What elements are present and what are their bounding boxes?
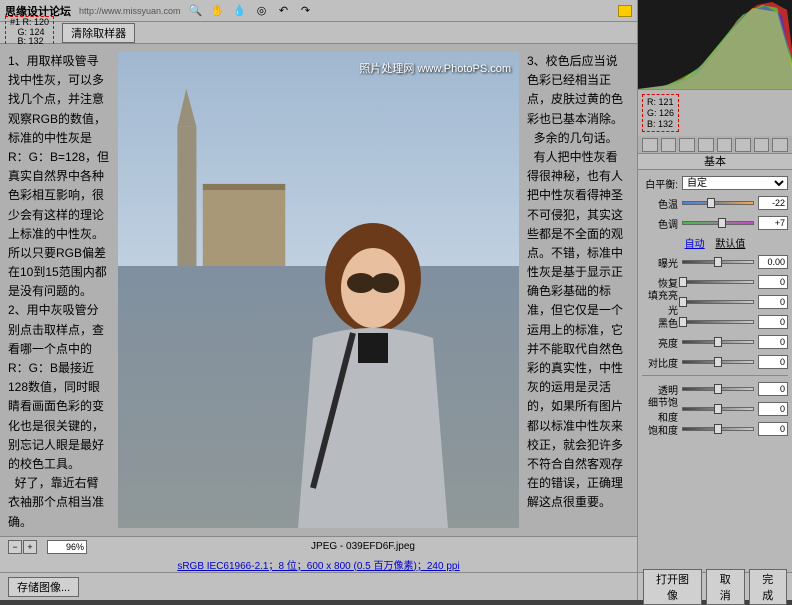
- sampler-bar: #1 R: 120 G: 124 B: 132 清除取样器: [0, 22, 637, 44]
- slider[interactable]: [682, 407, 754, 411]
- setting-input[interactable]: [758, 422, 788, 436]
- hand-tool-icon[interactable]: ✋: [211, 4, 225, 18]
- tab-detail-icon[interactable]: [679, 138, 695, 152]
- setting-label: 填充亮光: [642, 287, 678, 317]
- zoom-in-button[interactable]: +: [23, 540, 37, 554]
- top-toolbar: 思缘设计论坛 http://www.missyuan.com 🔍 ✋ 💧 ◎ ↶…: [0, 0, 637, 22]
- setting-input[interactable]: [758, 402, 788, 416]
- slider[interactable]: [682, 340, 754, 344]
- setting-label: 饱和度: [642, 422, 678, 437]
- tab-lens-icon[interactable]: [735, 138, 751, 152]
- watermark-text: 照片处理网 www.PhotoPS.com: [359, 60, 511, 76]
- setting-input[interactable]: [758, 355, 788, 369]
- status-bar: sRGB IEC61966-2.1；8 位；600 x 800 (0.5 百万像…: [0, 556, 637, 572]
- tab-camera-icon[interactable]: [754, 138, 770, 152]
- setting-label: 黑色: [642, 315, 678, 330]
- bottom-bar: − + JPEG - 039EFD6F.jpeg: [0, 536, 637, 556]
- setting-input[interactable]: [758, 255, 788, 269]
- setting-input[interactable]: [758, 196, 788, 210]
- person-illustration: [283, 208, 463, 528]
- setting-input[interactable]: [758, 315, 788, 329]
- right-text-column: 3、校色后应当说色彩已经相当正点，皮肤过黄的色彩也已基本消除。 多余的几句话。 …: [527, 52, 629, 528]
- wb-label: 白平衡:: [642, 176, 678, 191]
- slider[interactable]: [682, 427, 754, 431]
- file-info: JPEG - 039EFD6F.jpeg: [97, 541, 629, 552]
- color-profile-link[interactable]: sRGB IEC61966-2.1；8 位；600 x 800 (0.5 百万像…: [177, 557, 459, 572]
- rgb-readout: R: 121 G: 126 B: 132: [642, 94, 679, 132]
- setting-label: 曝光: [642, 255, 678, 270]
- tab-basic-icon[interactable]: [642, 138, 658, 152]
- eyedropper-icon[interactable]: 💧: [233, 4, 247, 18]
- zoom-tool-icon[interactable]: 🔍: [189, 4, 203, 18]
- slider[interactable]: [682, 300, 754, 304]
- histogram: [638, 0, 792, 90]
- slider[interactable]: [682, 201, 754, 205]
- clear-samplers-button[interactable]: 清除取样器: [62, 23, 135, 43]
- tab-split-icon[interactable]: [717, 138, 733, 152]
- tab-curve-icon[interactable]: [661, 138, 677, 152]
- zoom-out-button[interactable]: −: [8, 540, 22, 554]
- left-text-column: 1、用取样吸管寻找中性灰，可以多找几个点，并注意观察RGB的数值，标准的中性灰是…: [8, 52, 110, 528]
- adjustment-tabs: [638, 136, 792, 154]
- wb-select[interactable]: 自定: [682, 176, 788, 190]
- warning-icon: [618, 5, 632, 17]
- setting-label: 亮度: [642, 335, 678, 350]
- sampler-icon[interactable]: ◎: [255, 4, 269, 18]
- setting-label: 对比度: [642, 355, 678, 370]
- default-link[interactable]: 默认值: [715, 239, 745, 250]
- slider[interactable]: [682, 387, 754, 391]
- save-image-button[interactable]: 存储图像...: [8, 577, 79, 597]
- image-preview[interactable]: 照片处理网 www.PhotoPS.com: [118, 52, 519, 528]
- slider[interactable]: [682, 360, 754, 364]
- url-text: http://www.missyuan.com: [79, 6, 181, 16]
- setting-label: 色调: [642, 216, 678, 231]
- rotate-left-icon[interactable]: ↶: [277, 4, 291, 18]
- cancel-button[interactable]: 取消: [706, 569, 745, 605]
- setting-input[interactable]: [758, 275, 788, 289]
- setting-label: 细节饱和度: [642, 394, 678, 424]
- open-image-button[interactable]: 打开图像: [643, 569, 702, 605]
- setting-input[interactable]: [758, 382, 788, 396]
- auto-link[interactable]: 自动: [685, 239, 705, 250]
- setting-input[interactable]: [758, 295, 788, 309]
- setting-label: 色温: [642, 196, 678, 211]
- done-button[interactable]: 完成: [749, 569, 788, 605]
- rotate-right-icon[interactable]: ↷: [299, 4, 313, 18]
- slider[interactable]: [682, 260, 754, 264]
- slider[interactable]: [682, 221, 754, 225]
- setting-input[interactable]: [758, 335, 788, 349]
- building-illustration: [158, 76, 298, 266]
- slider[interactable]: [682, 280, 754, 284]
- zoom-input[interactable]: [47, 540, 87, 554]
- tab-preset-icon[interactable]: [772, 138, 788, 152]
- tab-hsl-icon[interactable]: [698, 138, 714, 152]
- setting-input[interactable]: [758, 216, 788, 230]
- slider[interactable]: [682, 320, 754, 324]
- panel-title: 基本: [638, 154, 792, 170]
